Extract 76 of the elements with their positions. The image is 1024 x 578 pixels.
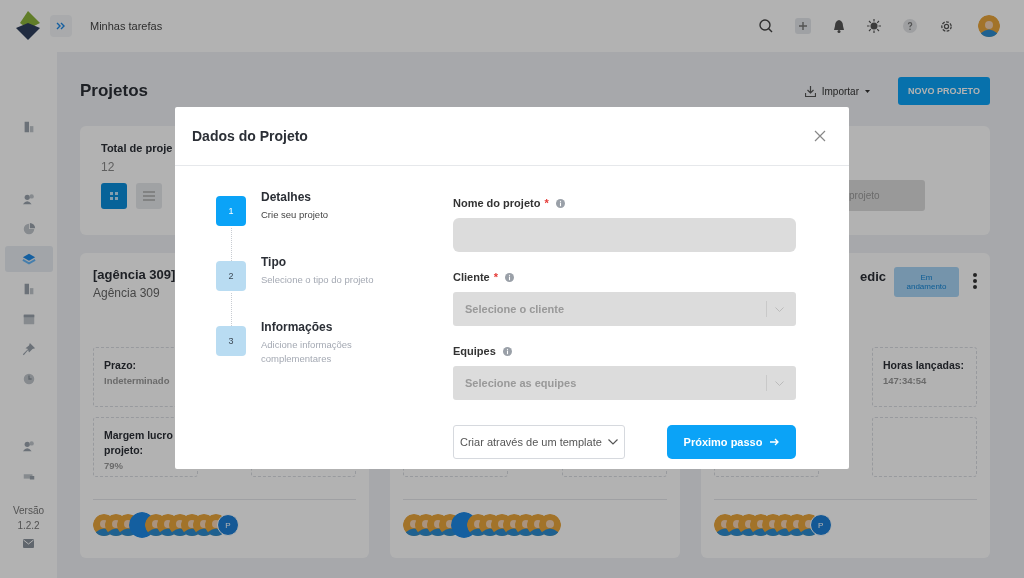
info-icon[interactable] (555, 198, 565, 208)
field-label: Cliente (453, 271, 490, 283)
required-mark: * (544, 197, 549, 209)
info-icon[interactable] (502, 346, 512, 356)
stat-label: Margem lucro projeto: (104, 428, 174, 458)
field-label: Nome do projeto (453, 197, 541, 209)
new-project-button[interactable]: NOVO PROJETO (898, 77, 990, 105)
project-client: Agência 309 (93, 286, 161, 300)
list-icon (143, 190, 155, 201)
user-avatar (539, 514, 562, 536)
required-mark: * (493, 271, 498, 283)
grid-icon (109, 190, 119, 201)
users-icon (21, 192, 36, 206)
step-description: Adicione informações complementares (261, 338, 353, 366)
version-number: 1.2.2 (17, 519, 40, 533)
step-number: 3 (216, 326, 246, 356)
stat-value: 79% (104, 460, 124, 471)
plus-icon (798, 21, 808, 31)
logo-icon (14, 11, 42, 41)
dialog-title: Dados do Projeto (192, 128, 308, 144)
project-title: [agência 309] (93, 267, 176, 282)
project-name-field[interactable] (453, 218, 796, 252)
import-button[interactable]: Importar (804, 85, 870, 97)
close-icon (813, 129, 827, 143)
stat-label: Horas lançadas: (883, 358, 966, 373)
search-icon[interactable] (759, 19, 773, 33)
step-number: 2 (216, 261, 246, 291)
list-view-toggle[interactable] (136, 182, 162, 209)
template-dropdown[interactable]: Criar através de um template (453, 425, 625, 459)
close-button[interactable] (813, 129, 827, 143)
grid-view-toggle[interactable] (101, 182, 127, 209)
summary-title: Total de proje (101, 142, 174, 154)
user-initial-avatar: P (217, 514, 239, 536)
users-icon (21, 439, 36, 453)
info-icon[interactable] (504, 272, 514, 282)
user-avatar[interactable] (978, 15, 1000, 37)
download-icon (804, 85, 816, 97)
caret-icon (865, 89, 870, 93)
page-title: Projetos (80, 81, 149, 101)
nav-item[interactable] (4, 246, 53, 272)
mail-icon[interactable] (23, 539, 34, 548)
step-description: Selecione o tipo do projeto (261, 273, 375, 287)
step-title: Tipo (261, 255, 288, 269)
arrow-right-icon (770, 438, 780, 446)
pin-icon (21, 342, 36, 356)
pie-chart-icon (21, 222, 36, 236)
layers-icon (21, 252, 36, 266)
bell-icon[interactable] (833, 19, 845, 33)
step-number: 1 (216, 196, 246, 226)
step-title: Informações (261, 320, 334, 334)
select-field[interactable]: Selecione as equipes (453, 366, 796, 400)
help-icon[interactable] (903, 19, 917, 33)
stat-value: 147:34:54 (883, 375, 928, 386)
project-title: edic (860, 269, 886, 284)
stat-value: Indeterminado (104, 375, 171, 386)
status-badge: Em andamento (894, 267, 959, 297)
clock-icon (21, 372, 36, 386)
page-breadcrumb: Minhas tarefas (90, 20, 163, 32)
chevron-down-icon (775, 306, 784, 312)
next-step-button[interactable]: Próximo passo (667, 425, 796, 459)
chevron-down-icon (775, 380, 784, 386)
select-field[interactable]: Selecione o cliente (453, 292, 796, 326)
version-label: Versão (12, 504, 45, 518)
calendar-icon (21, 312, 36, 326)
sun-icon[interactable] (867, 19, 881, 33)
settings-icon[interactable] (939, 18, 954, 34)
expand-button[interactable] (50, 15, 72, 37)
chevron-down-icon (607, 439, 618, 445)
project-count: 12 (101, 160, 116, 174)
step-description: Crie seu projeto (261, 208, 330, 222)
step-title: Detalhes (261, 190, 313, 204)
stat-label: Prazo: (104, 358, 138, 373)
field-label: Equipes (453, 345, 496, 357)
more-icon[interactable] (973, 273, 977, 289)
double-chevron-icon (56, 22, 66, 30)
add-button[interactable] (795, 18, 811, 34)
